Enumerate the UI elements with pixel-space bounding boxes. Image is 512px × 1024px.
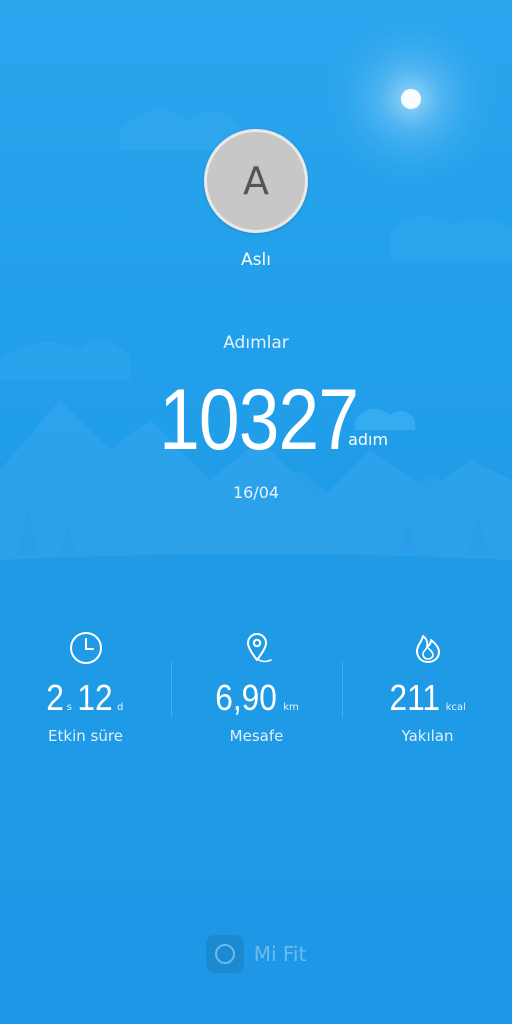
steps-count: 10327 bbox=[159, 372, 359, 468]
scenery-illustration bbox=[0, 9, 512, 620]
active-time-value: 2 s 12 d bbox=[45, 677, 124, 718]
calories-stat[interactable]: 211 kcal Yakılan bbox=[342, 626, 512, 756]
calories-label: Yakılan bbox=[401, 727, 454, 745]
user-name: Aslı bbox=[241, 250, 271, 270]
steps-unit: adım bbox=[348, 430, 389, 449]
clock-icon bbox=[69, 632, 102, 664]
calories-value: 211 kcal bbox=[389, 677, 466, 718]
mi-fit-logo-icon bbox=[205, 935, 244, 973]
distance-stat[interactable]: 6,90 km Mesafe bbox=[171, 626, 342, 756]
steps-display[interactable]: 10327 adım bbox=[0, 372, 512, 468]
sun-icon bbox=[401, 89, 421, 109]
flame-icon bbox=[415, 635, 440, 663]
avatar-initial: A bbox=[243, 159, 269, 203]
stats-row: 2 s 12 d Etkin süre 6,90 km Mesafe 211 kcal Y… bbox=[0, 626, 512, 756]
avatar[interactable]: A bbox=[204, 129, 308, 233]
brand-name: Mi Fit bbox=[253, 942, 307, 966]
active-time-label: Etkin süre bbox=[48, 727, 123, 745]
distance-label: Mesafe bbox=[229, 727, 284, 745]
steps-label: Adımlar bbox=[223, 333, 289, 353]
brand-footer: Mi Fit bbox=[0, 935, 512, 973]
distance-value: 6,90 km bbox=[215, 677, 299, 718]
steps-date: 16/04 bbox=[232, 483, 280, 502]
location-pin-icon bbox=[246, 633, 272, 663]
active-time-stat[interactable]: 2 s 12 d Etkin süre bbox=[0, 626, 171, 756]
